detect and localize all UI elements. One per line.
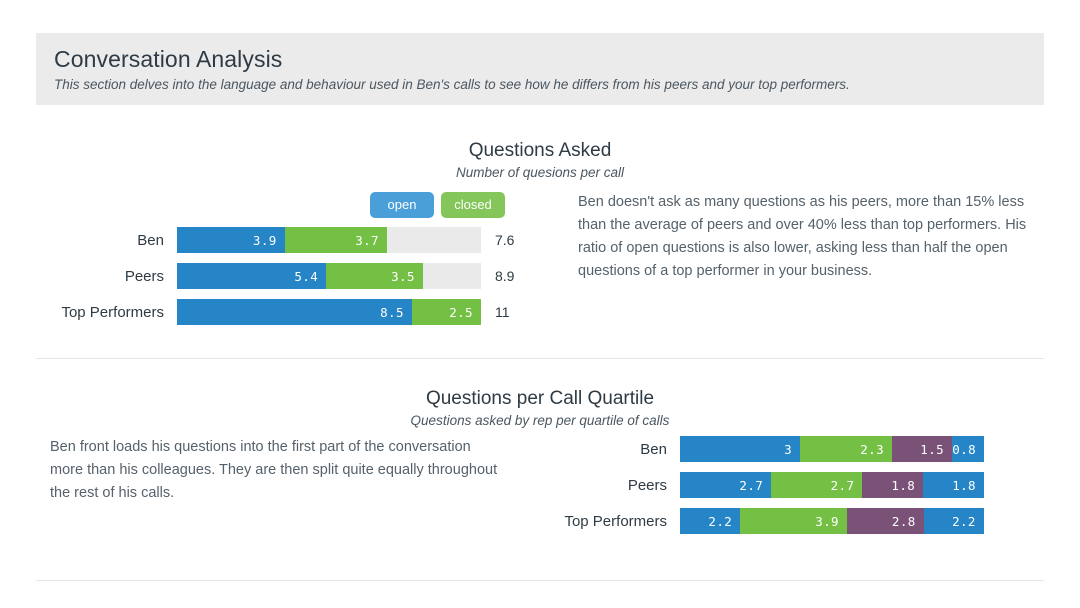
legend-chip-closed[interactable]: closed (441, 192, 505, 218)
chart2-segment-q1: 2.7 (680, 472, 772, 498)
chart2-segment-q4: 1.8 (923, 472, 984, 498)
chart1-segment-open: 8.5 (177, 299, 412, 325)
chart2-segment-q4: 0.8 (952, 436, 984, 462)
chart2-row-label: Peers (627, 476, 667, 494)
chart1-commentary: Ben doesn't ask as many questions as his… (578, 194, 1027, 279)
chart2-segment-q3: 1.5 (892, 436, 952, 462)
chart2-row: Peers 2.7 2.7 1.8 1.8 (520, 472, 1080, 498)
questions-asked-chart: Questions Asked Number of quesions per c… (0, 139, 1080, 325)
chart1-row-label: Ben (137, 231, 164, 249)
section-divider-2 (36, 580, 1044, 581)
chart2-segment-q4: 2.2 (923, 508, 984, 534)
chart1-bar-track: 5.4 3.5 (177, 263, 481, 289)
chart1-segment-closed: 2.5 (411, 299, 481, 325)
chart2-segment-q3: 1.8 (862, 472, 924, 498)
chart2-bar-track: 3 2.3 1.5 0.8 (680, 436, 984, 462)
chart1-row-total: 11 (495, 304, 510, 320)
chart1-bar-track: 3.9 3.7 (177, 227, 481, 253)
chart1-segment-closed: 3.5 (326, 263, 423, 289)
chart1-row: Top Performers 8.5 2.5 11 (0, 299, 560, 325)
chart2-row: Top Performers 2.2 3.9 2.8 2.2 (520, 508, 1080, 534)
chart2-rows: Ben 3 2.3 1.5 0.8 Peers 2.7 2.7 1.8 1.8 … (520, 436, 1080, 544)
chart1-rows: Ben 3.9 3.7 7.6 Peers 5.4 3.5 8.9 Top Pe… (0, 227, 560, 335)
chart1-segment-open: 5.4 (177, 263, 327, 289)
section-divider-1 (36, 358, 1044, 359)
questions-per-call-quartile-chart: Questions per Call Quartile Questions as… (0, 387, 1080, 534)
chart2-bar-track: 2.2 3.9 2.8 2.2 (680, 508, 984, 534)
page-subtitle: This section delves into the language an… (54, 77, 850, 92)
chart2-row: Ben 3 2.3 1.5 0.8 (520, 436, 1080, 462)
chart2-row-label: Top Performers (564, 512, 667, 530)
chart2-title: Questions per Call Quartile (425, 388, 655, 409)
chart2-segment-q2: 2.3 (800, 436, 892, 462)
chart2-segment-q1: 3 (680, 436, 800, 462)
chart2-segment-q2: 2.7 (771, 472, 863, 498)
chart1-row-total: 7.6 (495, 232, 515, 248)
chart2-segment-q2: 3.9 (740, 508, 847, 534)
chart1-row-total: 8.9 (495, 268, 515, 284)
legend-chip-open[interactable]: open (370, 192, 434, 218)
chart1-segment-closed: 3.7 (284, 227, 387, 253)
chart1-row: Peers 5.4 3.5 8.9 (0, 263, 560, 289)
chart1-row: Ben 3.9 3.7 7.6 (0, 227, 560, 253)
chart1-subtitle: Number of quesions per call (455, 165, 625, 180)
chart1-row-label: Peers (124, 267, 164, 285)
section-header-banner: Conversation Analysis This section delve… (36, 33, 1044, 105)
chart1-legend: open closed (370, 192, 505, 218)
page-title: Conversation Analysis (54, 46, 283, 72)
chart1-segment-open: 3.9 (177, 227, 285, 253)
chart1-row-label: Top Performers (61, 303, 164, 321)
chart1-bar-track: 8.5 2.5 (177, 299, 481, 325)
chart2-commentary: Ben front loads his questions into the f… (50, 439, 498, 501)
chart2-segment-q3: 2.8 (846, 508, 924, 534)
chart2-segment-q1: 2.2 (680, 508, 741, 534)
chart1-title: Questions Asked (468, 140, 612, 161)
chart2-row-label: Ben (640, 440, 667, 458)
chart2-subtitle: Questions asked by rep per quartile of c… (410, 413, 670, 428)
chart2-bar-track: 2.7 2.7 1.8 1.8 (680, 472, 984, 498)
